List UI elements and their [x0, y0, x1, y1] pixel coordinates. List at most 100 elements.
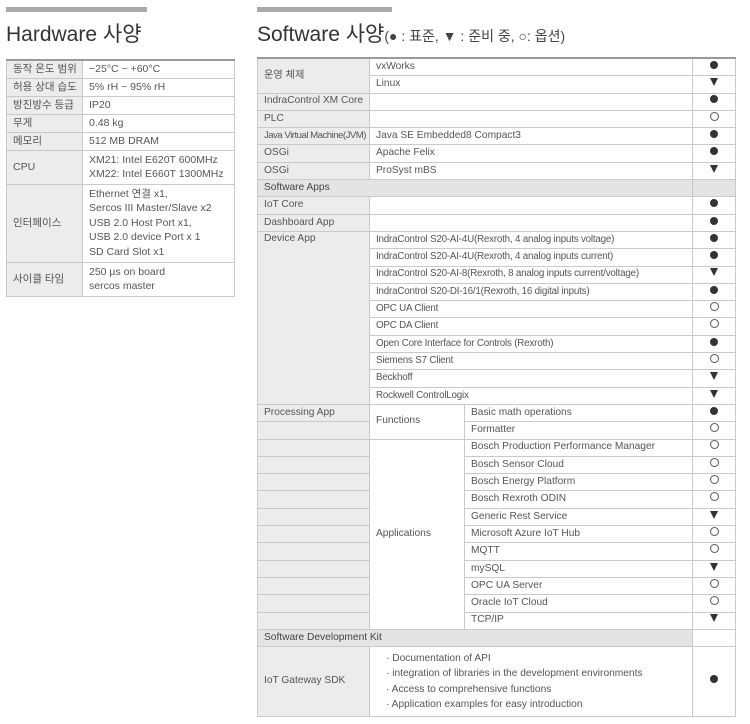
availability-cell [692, 161, 736, 181]
standard-dot-icon [710, 60, 718, 69]
availability-cell [692, 594, 736, 613]
sdk-description-line: · integration of libraries in the develo… [386, 668, 643, 680]
applications-label: Applications [369, 438, 465, 630]
empty-cell [369, 109, 693, 129]
processing-applications-row: Applications Bosch Production Performance… [257, 438, 736, 630]
availability-cell [692, 507, 736, 527]
symbol-legend: (● : 표준, ▼ : 준비 중, ○: 옵션) [384, 28, 566, 44]
jvm-label: Java Virtual Machine(JVM) [257, 127, 370, 146]
os-row: 운영 체제 vxWorks [257, 57, 736, 94]
preparing-triangle-icon [710, 78, 718, 87]
hardware-title: Hardware 사양 [6, 23, 142, 46]
device-app-item: IndraControl S20-AI-4U(Rexroth, 4 analog… [369, 230, 693, 250]
device-app-item: OPC DA Client [369, 317, 693, 336]
option-circle-icon [709, 526, 719, 536]
indracontrol-row: IndraControl XM Core [257, 92, 736, 111]
device-app-item: Siemens S7 Client [369, 352, 693, 371]
application-item: OPC UA Server [464, 576, 693, 596]
hardware-value-line: 250 µs on board [89, 265, 166, 278]
device-app-item: OPC UA Client [369, 300, 693, 319]
sdk-description: · Documentation of API · integration of l… [369, 646, 693, 718]
software-title-bar [257, 7, 392, 12]
availability-cell [692, 334, 736, 354]
device-app-item: Rockwell ControlLogix [369, 386, 693, 405]
processing-blank [257, 490, 370, 509]
option-circle-icon [709, 302, 719, 312]
hardware-label: 인터페이스 [6, 183, 83, 263]
software-apps-section-row: Software Apps [257, 179, 736, 198]
standard-dot-icon [710, 95, 718, 104]
hardware-value: XM21: Intel E620T 600MHz XM22: Intel E660… [82, 149, 235, 185]
hardware-value-line: 0.48 kg [89, 116, 124, 129]
availability-cell [692, 127, 736, 146]
option-circle-icon [709, 457, 719, 467]
processing-functions-row: Processing App Functions Basic math operat… [257, 403, 736, 440]
preparing-triangle-icon [710, 164, 718, 173]
availability-cell [692, 92, 736, 111]
processing-blank [257, 438, 370, 457]
availability-cell [692, 57, 736, 77]
device-app-item: IndraControl S20-DI-16/1(Rexroth, 16 dig… [369, 282, 693, 302]
hardware-label: 사이클 타임 [6, 261, 83, 297]
hardware-row: 무게 0.48 kg [6, 113, 235, 133]
jvm-value: Java SE Embedded8 Compact3 [369, 127, 693, 146]
functions-label: Functions [369, 403, 465, 440]
hardware-value-line: Sercos III Master/Slave x2 [89, 202, 212, 215]
availability-cell [692, 369, 736, 388]
processing-applications-row: TCP/IP [257, 611, 736, 630]
hardware-label: 무게 [6, 113, 83, 133]
osgi-value: ProSyst mBS [369, 161, 693, 181]
hardware-value: 5% rH ~ 95% rH [82, 77, 235, 97]
application-item: Bosch Production Performance Manager [464, 438, 693, 457]
application-item: Bosch Sensor Cloud [464, 455, 693, 475]
sdk-section-row: Software Development Kit [257, 628, 736, 648]
hardware-label: 허용 상대 습도 [6, 77, 83, 97]
hardware-value-line: 5% rH ~ 95% rH [89, 80, 166, 93]
processing-blank [257, 594, 370, 613]
preparing-triangle-icon [710, 268, 718, 277]
processing-applications-row: Bosch Energy Platform [257, 473, 736, 492]
availability-cell [692, 646, 736, 718]
option-circle-icon [709, 440, 719, 450]
software-spec-table: 운영 체제 vxWorks Linux IndraControl XM Core PLC… [257, 57, 736, 718]
application-item: Oracle IoT Cloud [464, 594, 693, 613]
availability-cell [692, 248, 736, 267]
processing-blank [257, 559, 370, 578]
iot-core-row: IoT Core [257, 196, 736, 215]
availability-cell [692, 542, 736, 561]
osgi-value: Apache Felix [369, 144, 693, 163]
availability-cell [692, 403, 736, 423]
standard-dot-icon [710, 233, 718, 242]
preparing-triangle-icon [710, 614, 718, 623]
availability-cell [692, 421, 736, 440]
os-name: Linux [369, 75, 693, 94]
standard-dot-icon [710, 251, 718, 260]
plc-row: PLC [257, 109, 736, 129]
processing-applications-row: mySQL [257, 559, 736, 578]
option-circle-icon [709, 578, 719, 588]
processing-blank [257, 542, 370, 561]
availability-cell [692, 196, 736, 215]
os-label: 운영 체제 [257, 57, 370, 94]
software-apps-section: Software Apps [257, 179, 693, 198]
availability-cell [692, 75, 736, 94]
os-name: vxWorks [369, 57, 693, 77]
function-item: Formatter [464, 421, 693, 440]
preparing-triangle-icon [710, 389, 718, 398]
sdk-description-line: · Documentation of API [386, 652, 491, 664]
application-item: Microsoft Azure IoT Hub [464, 525, 693, 544]
iot-core-label: IoT Core [257, 196, 370, 215]
hardware-value-line: SD Card Slot x1 [89, 245, 165, 258]
processing-applications-row: MQTT [257, 542, 736, 561]
processing-applications-row: Generic Rest Service [257, 507, 736, 527]
hardware-label: 방진방수 등급 [6, 95, 83, 115]
standard-dot-icon [710, 130, 718, 139]
option-circle-icon [709, 111, 719, 121]
osgi-row: OSGi ProSyst mBS [257, 161, 736, 181]
processing-blank [257, 421, 370, 440]
jvm-row: Java Virtual Machine(JVM) Java SE Embedde… [257, 127, 736, 146]
processing-blank [257, 611, 370, 630]
availability-cell [692, 352, 736, 371]
availability-cell [692, 144, 736, 163]
hardware-label: 동작 온도 범위 [6, 59, 83, 79]
